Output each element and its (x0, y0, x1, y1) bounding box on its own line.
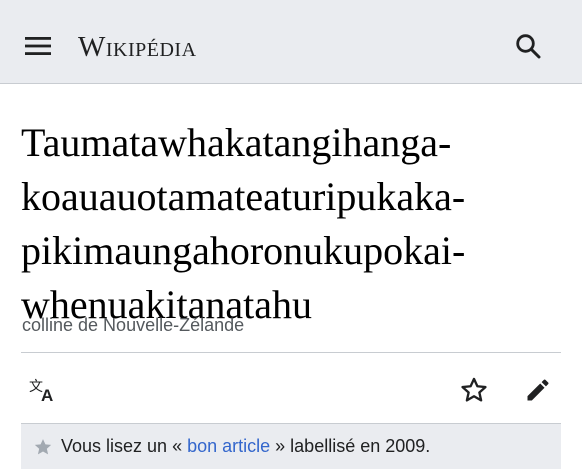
main-menu-button[interactable] (14, 22, 62, 70)
notice-text-before: Vous lisez un « (61, 436, 188, 456)
page-title-line: koauauotamateaturipukaka- (21, 174, 466, 219)
wikipedia-logo[interactable]: Wikipédia (78, 29, 197, 65)
edit-pencil-icon (527, 379, 549, 401)
divider (21, 352, 561, 353)
good-article-link[interactable]: bon article (187, 436, 270, 457)
watch-button[interactable] (452, 368, 496, 412)
hamburger-menu-icon (25, 37, 51, 55)
top-bar: Wikipédia (0, 0, 582, 84)
good-article-notice: Vous lisez un « bon article » labellisé … (21, 423, 561, 469)
page-title-line: Taumatawhakatangihanga- (21, 120, 452, 165)
search-icon (516, 34, 541, 59)
page-title-line: pikimaungahoronukupokai- (21, 228, 466, 273)
language-button[interactable]: 文 A (22, 368, 66, 412)
page-title: Taumatawhakatangihanga- koauauotamateatu… (21, 116, 571, 332)
star-icon (461, 377, 487, 402)
notice-text-after: » labellisé en 2009. (270, 436, 431, 456)
svg-text:A: A (41, 386, 53, 403)
edit-button[interactable] (516, 368, 560, 412)
language-icon: 文 A (29, 379, 53, 403)
page-description: colline de Nouvelle-Zélande (22, 315, 245, 335)
notice-star-icon (33, 437, 53, 457)
search-button[interactable] (504, 22, 552, 70)
